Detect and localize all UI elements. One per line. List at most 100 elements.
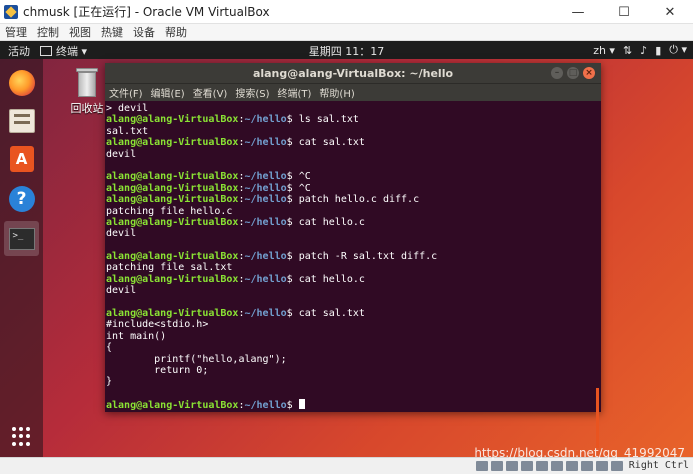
prompt-path: ~/hello [244,400,287,412]
close-button[interactable]: ✕ [647,0,693,24]
terminal-close-button[interactable]: × [583,67,595,79]
terminal-menu-help[interactable]: 帮助(H) [315,85,358,100]
dock-item-files[interactable] [4,103,39,138]
prompt-path: ~/hello [244,308,287,320]
ubuntu-topbar: 活动 终端 ▾ 星期四 11：17 zh ▾ ⇅ ♪ ▮ ⏻ ▾ [0,41,693,59]
display-status-icon[interactable] [566,461,578,471]
terminal-icon: >_ [8,227,35,250]
command-text: cat hello.c [298,273,365,285]
dock-item-help[interactable]: ? [4,181,39,216]
terminal-maximize-button[interactable]: □ [567,67,579,79]
audio-status-icon[interactable] [506,461,518,471]
command-text: cat sal.txt [298,308,365,320]
menu-view[interactable]: 视图 [64,24,96,40]
mouse-integration-icon[interactable] [611,461,623,471]
help-icon: ? [8,185,35,212]
terminal-output-line: sal.txt [106,125,149,137]
menu-manage[interactable]: 管理 [0,24,32,40]
ubuntu-dock: A ? >_ [0,59,43,457]
prompt-user: alang@alang-VirtualBox [106,400,239,412]
watermark-text: https://blog.csdn.net/qq_41992047 [474,446,685,460]
minimize-button[interactable]: — [555,0,601,24]
device-status-icons [473,461,623,471]
cpu-status-icon[interactable] [596,461,608,471]
terminal-menu-edit[interactable]: 编辑(E) [147,85,189,100]
prompt-user: alang@alang-VirtualBox [106,251,239,263]
language-indicator[interactable]: zh ▾ [593,44,615,57]
menu-devices[interactable]: 设备 [128,24,160,40]
terminal-window-controls: – □ × [547,67,595,79]
host-titlebar: chmusk [正在运行] - Oracle VM VirtualBox — ☐… [0,0,693,24]
trash-icon [76,68,98,98]
shared-folder-status-icon[interactable] [551,461,563,471]
terminal-command-line: alang@alang-VirtualBox:~/hello$ ls sal.t… [106,114,359,126]
prompt-user: alang@alang-VirtualBox [106,137,239,149]
terminal-output-line: devil [106,285,137,297]
dock-item-software[interactable]: A [4,141,39,176]
dock-item-terminal[interactable]: >_ [4,221,39,256]
menu-control[interactable]: 控制 [32,24,64,40]
usb-status-icon[interactable] [536,461,548,471]
terminal-command-line: alang@alang-VirtualBox:~/hello$ ^C [106,171,311,183]
virtualbox-icon [4,4,18,19]
terminal-menu-search[interactable]: 搜索(S) [231,85,273,100]
show-applications-button[interactable] [4,419,39,454]
text-cursor [298,399,305,410]
terminal-output[interactable]: > devil alang@alang-VirtualBox:~/hello$ l… [105,101,595,412]
terminal-output-line: patching file sal.txt [106,262,233,274]
terminal-command-line: alang@alang-VirtualBox:~/hello$ cat sal.… [106,308,365,320]
prompt-path: ~/hello [244,182,287,194]
prompt-path: ~/hello [244,273,287,285]
command-text: cat sal.txt [298,137,365,149]
files-icon [8,108,35,133]
volume-icon[interactable]: ♪ [640,44,647,57]
firefox-icon [8,69,35,96]
terminal-output-line: > devil [106,103,149,114]
prompt-path: ~/hello [244,251,287,263]
dock-item-firefox[interactable] [4,65,39,100]
software-store-icon: A [9,145,34,172]
network-status-icon[interactable] [521,461,533,471]
system-indicators: zh ▾ ⇅ ♪ ▮ ⏻ ▾ [585,43,687,57]
optical-status-icon[interactable] [491,461,503,471]
power-icon[interactable]: ⏻ ▾ [669,43,687,57]
prompt-path: ~/hello [244,171,287,183]
terminal-menu-view[interactable]: 查看(V) [189,85,232,100]
terminal-minimize-button[interactable]: – [551,67,563,79]
terminal-titlebar[interactable]: alang@alang-VirtualBox: ~/hello – □ × [105,63,601,83]
terminal-output-line: int main() [106,330,167,342]
menu-hotkeys[interactable]: 热键 [96,24,128,40]
recording-status-icon[interactable] [581,461,593,471]
desktop-trash[interactable]: 回收站 [67,68,107,116]
show-applications-icon [11,426,32,447]
network-icon[interactable]: ⇅ [623,44,632,57]
prompt-user: alang@alang-VirtualBox [106,194,239,206]
terminal-window[interactable]: alang@alang-VirtualBox: ~/hello – □ × 文件… [105,63,601,448]
hdd-status-icon[interactable] [476,461,488,471]
guest-display: 活动 终端 ▾ 星期四 11：17 zh ▾ ⇅ ♪ ▮ ⏻ ▾ A ? >_ [0,41,693,457]
prompt-user: alang@alang-VirtualBox [106,114,239,126]
host-statusbar: https://blog.csdn.net/qq_41992047 Right … [0,446,693,474]
prompt-path: ~/hello [244,216,287,228]
battery-icon[interactable]: ▮ [655,44,661,57]
prompt-path: ~/hello [244,114,287,126]
host-window-controls: — ☐ ✕ [555,0,693,24]
terminal-menu-terminal[interactable]: 终端(T) [274,85,316,100]
prompt-path: ~/hello [244,194,287,206]
terminal-output-line: printf("hello,alang"); [106,353,287,365]
terminal-scrollbar[interactable] [596,388,599,448]
terminal-menu-file[interactable]: 文件(F) [105,85,147,100]
prompt-user: alang@alang-VirtualBox [106,182,239,194]
terminal-command-line: alang@alang-VirtualBox:~/hello$ cat sal.… [106,137,365,149]
terminal-output-line: devil [106,148,137,160]
terminal-output-line: { [106,342,113,354]
terminal-output-line: #include<stdio.h> [106,319,209,331]
menu-help[interactable]: 帮助 [160,24,192,40]
maximize-button[interactable]: ☐ [601,0,647,24]
host-window-title: chmusk [正在运行] - Oracle VM VirtualBox [23,5,270,19]
trash-label: 回收站 [70,102,104,115]
command-text: cat hello.c [298,216,365,228]
